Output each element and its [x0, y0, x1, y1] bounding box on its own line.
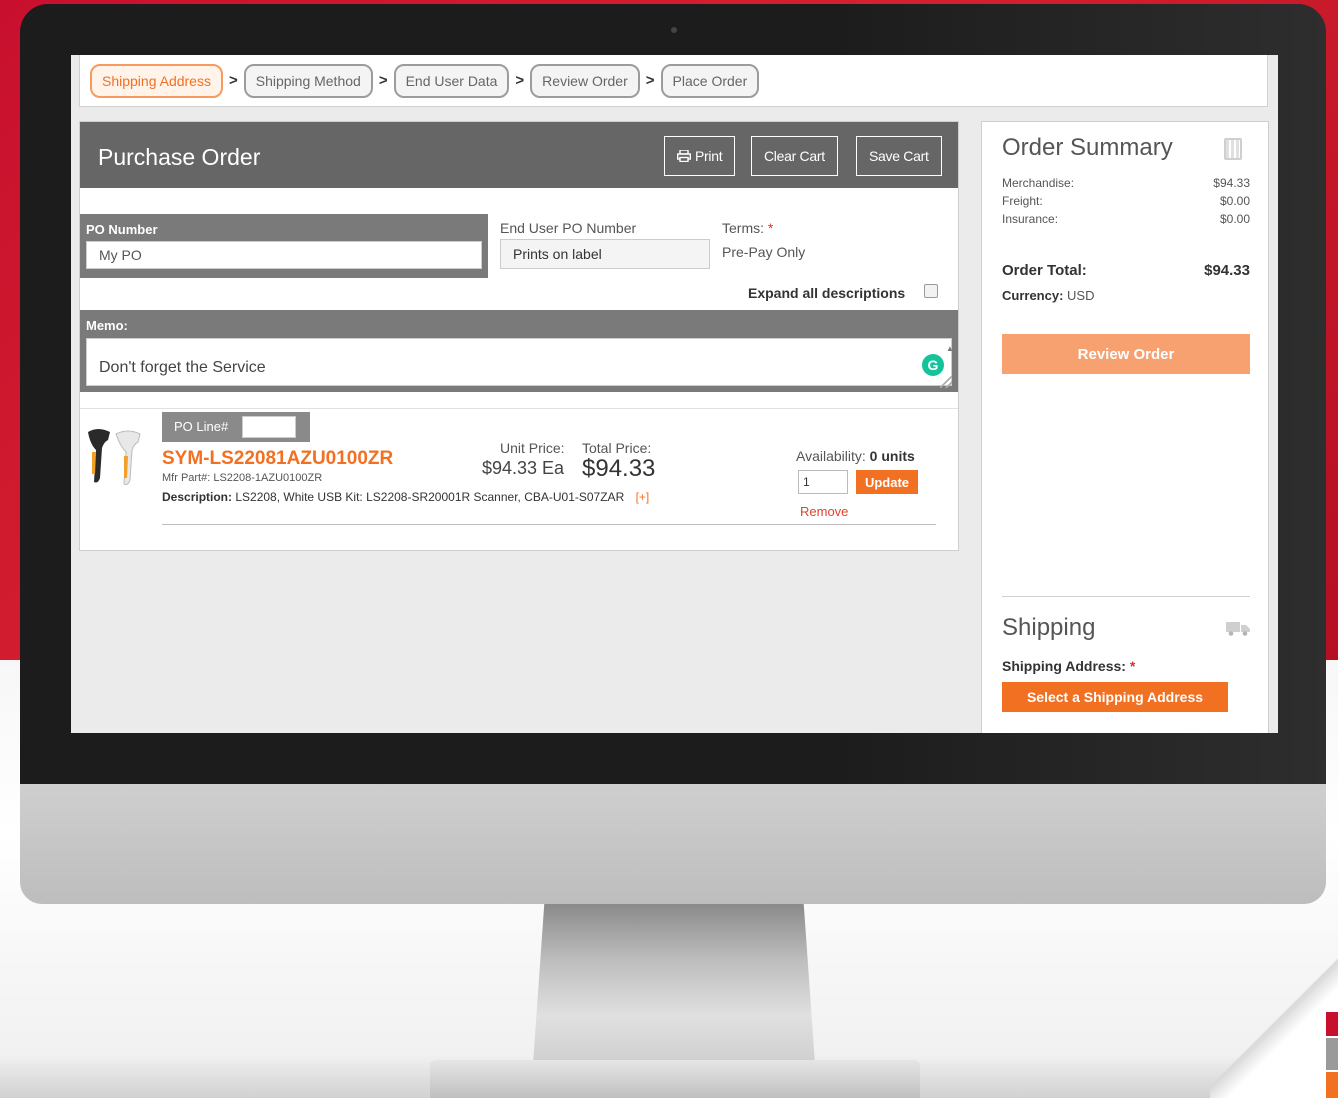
summary-row-label: Freight: — [1002, 194, 1043, 208]
scroll-up-icon[interactable]: ▲ — [946, 344, 954, 353]
step-review-order[interactable]: Review Order — [530, 63, 640, 98]
description-label: Description: — [162, 490, 233, 504]
mfr-part-number: Mfr Part#: LS2208-1AZU0100ZR — [162, 472, 323, 484]
calculator-icon — [1224, 138, 1242, 160]
end-user-po-input[interactable]: Prints on label — [500, 239, 710, 269]
total-price-label: Total Price: — [582, 440, 652, 456]
memo-textarea[interactable]: Don't forget the Service — [86, 338, 952, 386]
availability: Availability: 0 units — [796, 448, 915, 464]
update-button[interactable]: Update — [856, 470, 918, 494]
po-number-group: PO Number My PO — [80, 214, 488, 278]
order-summary-title: Order Summary — [1002, 134, 1173, 161]
purchase-order-header: Purchase Order Print Clear Cart Save Car… — [80, 122, 958, 188]
po-number-label: PO Number — [86, 222, 158, 237]
po-line-label: PO Line# — [174, 419, 229, 434]
shipping-address-label: Shipping Address: * — [1002, 658, 1135, 674]
step-separator: > — [228, 72, 238, 89]
print-label: Print — [695, 148, 723, 164]
summary-row-value: $0.00 — [1219, 212, 1250, 226]
total-price-value: $94.33 — [582, 455, 656, 482]
shipping-address-label-text: Shipping Address: — [1002, 658, 1126, 674]
currency-value: USD — [1067, 288, 1095, 303]
memo-label: Memo: — [86, 318, 128, 333]
description-text: LS2208, White USB Kit: LS2208-SR20001R S… — [235, 490, 625, 504]
checkout-steps: Shipping Address > Shipping Method > End… — [79, 55, 1268, 107]
logo-mark-grey — [1326, 1038, 1338, 1070]
step-separator: > — [515, 72, 525, 89]
currency-label: Currency: — [1002, 288, 1064, 303]
logo-mark-red — [1326, 1012, 1338, 1036]
product-sku-link[interactable]: SYM-LS22081AZU0100ZR — [162, 448, 393, 470]
review-order-button[interactable]: Review Order — [1002, 334, 1250, 374]
availability-value: 0 units — [869, 448, 915, 464]
order-total-value: $94.33 — [1204, 262, 1250, 279]
availability-label: Availability: — [796, 448, 866, 464]
printer-icon — [677, 150, 691, 162]
step-shipping-method[interactable]: Shipping Method — [243, 63, 373, 98]
print-button[interactable]: Print — [664, 136, 736, 176]
product-description: Description: LS2208, White USB Kit: LS22… — [162, 490, 649, 504]
monitor-chin — [20, 784, 1326, 904]
step-separator: > — [645, 72, 655, 89]
summary-row-value: $94.33 — [1213, 176, 1250, 190]
logo-mark-orange — [1326, 1072, 1338, 1098]
summary-row-merchandise: Merchandise: $94.33 — [1002, 176, 1250, 190]
po-line-group: PO Line# — [162, 412, 310, 442]
end-user-po-label: End User PO Number — [500, 220, 637, 236]
order-summary-panel: Order Summary Merchandise: $94.33 Freigh… — [981, 121, 1269, 733]
clear-cart-button[interactable]: Clear Cart — [751, 136, 838, 176]
monitor-stand-base — [430, 1060, 920, 1098]
unit-price-label: Unit Price: — [500, 440, 565, 456]
remove-link[interactable]: Remove — [800, 504, 848, 519]
corner-decoration — [1210, 950, 1338, 1098]
po-number-input[interactable]: My PO — [86, 241, 482, 269]
quantity-input[interactable]: 1 — [798, 470, 848, 494]
expand-all-checkbox[interactable] — [924, 284, 938, 298]
divider — [162, 524, 936, 525]
required-marker: * — [767, 220, 774, 236]
step-end-user-data[interactable]: End User Data — [393, 63, 510, 98]
currency: Currency: USD — [1002, 288, 1095, 303]
terms-label-text: Terms: — [722, 220, 764, 236]
memo-group: Memo: Don't forget the Service — [80, 310, 958, 392]
purchase-order-panel: Purchase Order Print Clear Cart Save Car… — [79, 121, 959, 551]
camera-icon — [671, 27, 677, 33]
divider — [1002, 596, 1250, 597]
summary-row-insurance: Insurance: $0.00 — [1002, 212, 1250, 226]
grammarly-icon[interactable]: G — [922, 354, 944, 376]
summary-row-value: $0.00 — [1219, 194, 1250, 208]
order-total: Order Total: $94.33 — [1002, 262, 1250, 279]
terms-value: Pre-Pay Only — [722, 244, 806, 260]
summary-row-freight: Freight: $0.00 — [1002, 194, 1250, 208]
unit-price-value: $94.33 Ea — [482, 458, 565, 478]
shipping-title: Shipping — [1002, 614, 1096, 641]
divider — [80, 408, 958, 409]
monitor-stand — [533, 904, 815, 1064]
resize-handle-icon[interactable] — [940, 376, 952, 388]
terms-label: Terms: * — [722, 220, 773, 236]
step-shipping-address[interactable]: Shipping Address — [90, 63, 223, 98]
required-marker: * — [1129, 658, 1136, 674]
truck-icon — [1226, 622, 1250, 636]
expand-description-link[interactable]: [+] — [636, 490, 650, 504]
step-separator: > — [378, 72, 388, 89]
step-place-order[interactable]: Place Order — [660, 63, 760, 98]
save-cart-button[interactable]: Save Cart — [856, 136, 942, 176]
summary-row-label: Merchandise: — [1002, 176, 1075, 190]
select-shipping-address-button[interactable]: Select a Shipping Address — [1002, 682, 1228, 712]
order-total-label: Order Total: — [1002, 262, 1087, 279]
scanner-product-image — [88, 429, 141, 485]
expand-all-label: Expand all descriptions — [748, 285, 906, 301]
page-title: Purchase Order — [98, 144, 261, 170]
po-line-input[interactable] — [242, 416, 296, 438]
summary-row-label: Insurance: — [1002, 212, 1059, 226]
monitor-screen: Shipping Address > Shipping Method > End… — [71, 55, 1278, 733]
